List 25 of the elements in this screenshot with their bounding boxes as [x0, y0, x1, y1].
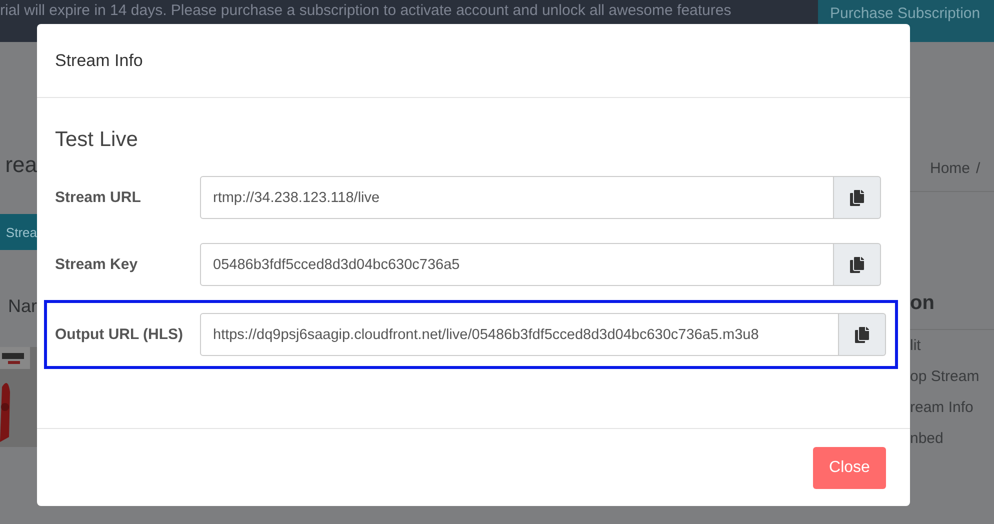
- breadcrumb-link[interactable]: Home: [930, 160, 970, 177]
- add-stream-button[interactable]: Strea: [0, 214, 37, 250]
- copy-button[interactable]: [834, 176, 881, 219]
- url-field[interactable]: https://dq9psj6saagip.cloudfront.net/live/05486b3fdf5cced8d3d04bc630c736a5.m3u8: [200, 313, 839, 356]
- action-link[interactable]: ream Info: [910, 392, 994, 423]
- copy-icon: [854, 326, 870, 342]
- column-heading: Nar: [8, 296, 37, 317]
- modal-title: Stream Info: [55, 50, 143, 70]
- action-link[interactable]: lit: [910, 330, 994, 361]
- close-button[interactable]: Close: [813, 446, 886, 488]
- copy-button[interactable]: [839, 313, 886, 356]
- field-label: Stream URL: [55, 188, 142, 208]
- copy-button[interactable]: [834, 243, 881, 286]
- url-field[interactable]: 05486b3fdf5cced8d3d04bc630c736a5: [200, 243, 834, 286]
- breadcrumb-separator: /: [976, 160, 980, 177]
- page-title: rea: [5, 152, 37, 178]
- stream-name-heading: Test Live: [55, 128, 139, 152]
- action-link[interactable]: nbed: [910, 423, 994, 454]
- url-field[interactable]: rtmp://34.238.123.118/live: [200, 176, 834, 219]
- copy-icon: [849, 256, 865, 272]
- action-link[interactable]: op Stream: [910, 361, 994, 392]
- field-label: Output URL (HLS): [55, 325, 184, 345]
- field-label: Stream Key: [55, 255, 139, 275]
- trial-notice: rial will expire in 14 days. Please purchase a subscription to activate account and unlock all awesome features: [0, 1, 732, 20]
- copy-icon: [849, 190, 865, 206]
